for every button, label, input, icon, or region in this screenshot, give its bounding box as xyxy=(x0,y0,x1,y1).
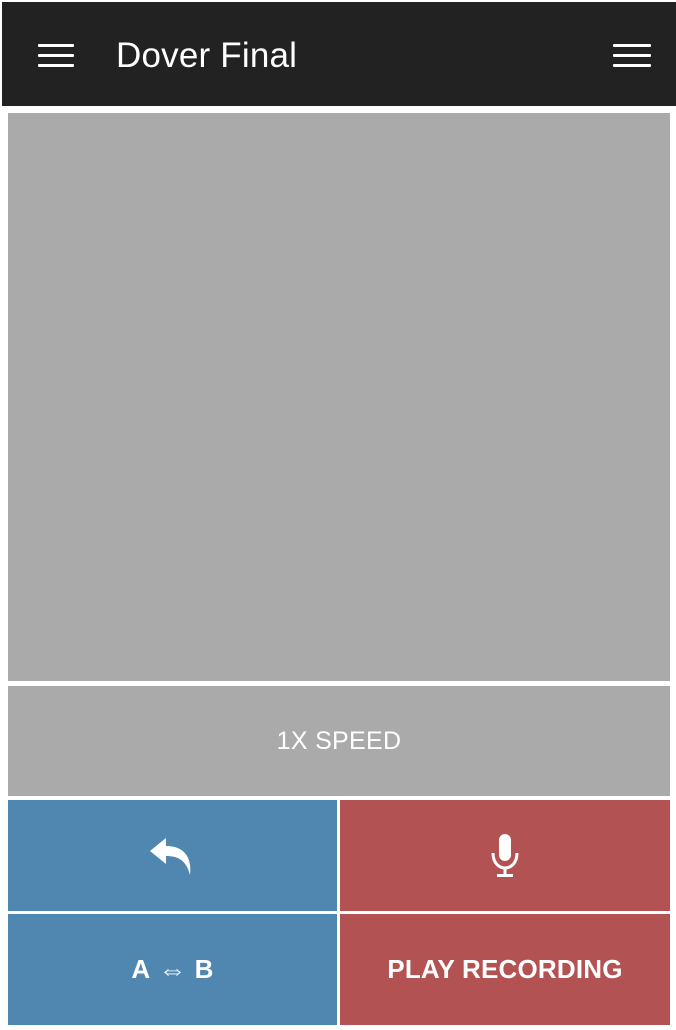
ab-swap-label: A ⇔ B xyxy=(131,954,213,986)
ab-swap-button[interactable]: A ⇔ B xyxy=(8,914,337,1025)
swap-left-label: A xyxy=(131,954,151,984)
play-recording-label: PLAY RECORDING xyxy=(387,954,623,984)
record-button[interactable] xyxy=(340,800,670,911)
undo-arrow-icon xyxy=(148,835,198,877)
app-root: Dover Final 1X SPEED A ⇔ B PLAY RECORDIN… xyxy=(0,0,676,1030)
play-recording-button[interactable]: PLAY RECORDING xyxy=(340,914,670,1025)
undo-button[interactable] xyxy=(8,800,337,911)
swap-arrow-icon: ⇔ xyxy=(158,953,187,985)
speed-button[interactable]: 1X SPEED xyxy=(8,686,670,796)
swap-right-label: B xyxy=(194,954,214,984)
menu-icon[interactable] xyxy=(613,44,651,70)
hamburger-icon[interactable] xyxy=(38,44,74,70)
top-app-bar: Dover Final xyxy=(2,2,676,106)
page-title: Dover Final xyxy=(116,36,298,75)
video-canvas[interactable] xyxy=(8,113,670,681)
microphone-icon xyxy=(489,833,521,879)
speed-label: 1X SPEED xyxy=(276,726,402,755)
